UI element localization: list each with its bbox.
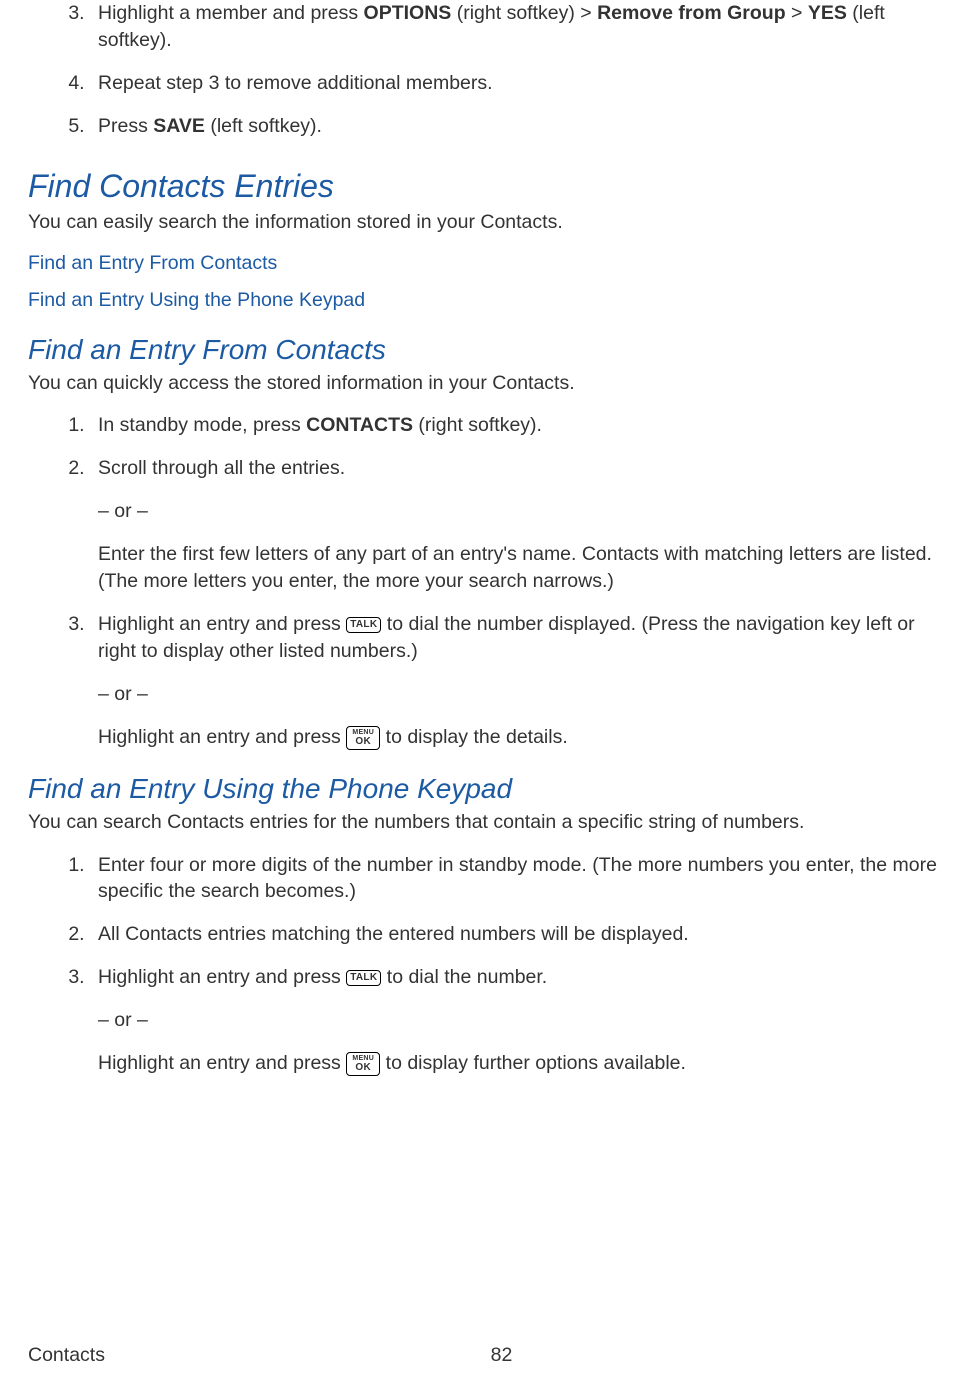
options-label: OPTIONS [364, 2, 452, 24]
text: Highlight a member and press [98, 2, 364, 24]
step-1: In standby mode, press CONTACTS (right s… [90, 412, 938, 439]
text: Press [98, 115, 153, 137]
text: Scroll through all the entries. [98, 457, 345, 479]
document-page: Highlight a member and press OPTIONS (ri… [0, 0, 966, 1391]
subsection-find-entry-using-keypad: Find an Entry Using the Phone Keypad [28, 773, 938, 805]
text: In standby mode, press [98, 414, 306, 436]
subsection-intro: You can search Contacts entries for the … [28, 809, 938, 836]
step-5: Press SAVE (left softkey). [90, 113, 938, 140]
step-3-alt: Highlight an entry and press MENUOK to d… [98, 724, 938, 751]
step-3-alt: Highlight an entry and press MENUOK to d… [98, 1050, 938, 1077]
step-3: Highlight an entry and press TALK to dia… [90, 611, 938, 751]
menu-ok-key-icon: MENUOK [346, 1052, 380, 1076]
text: to display the details. [380, 726, 568, 748]
page-footer: Contacts 82 [28, 1344, 938, 1367]
section-intro: You can easily search the information st… [28, 209, 938, 236]
text: (right softkey) > [451, 2, 597, 24]
section-find-contacts-entries: Find Contacts Entries [28, 168, 938, 205]
find-entry-steps: In standby mode, press CONTACTS (right s… [28, 412, 938, 750]
or-divider: – or – [98, 1007, 938, 1034]
text: Highlight an entry and press [98, 726, 346, 748]
talk-key-icon: TALK [346, 617, 381, 633]
step-1: Enter four or more digits of the number … [90, 852, 938, 906]
text: Highlight an entry and press [98, 966, 346, 988]
step-4: Repeat step 3 to remove additional membe… [90, 70, 938, 97]
step-3: Highlight a member and press OPTIONS (ri… [90, 0, 938, 54]
text: (left softkey). [205, 115, 322, 137]
link-find-entry-using-keypad[interactable]: Find an Entry Using the Phone Keypad [28, 289, 938, 312]
text: to display further options available. [380, 1052, 686, 1074]
text: > [786, 2, 808, 24]
text: (right softkey). [413, 414, 542, 436]
step-2: Scroll through all the entries. – or – E… [90, 455, 938, 595]
contacts-label: CONTACTS [306, 414, 413, 436]
step-3: Highlight an entry and press TALK to dia… [90, 964, 938, 1077]
subsection-find-entry-from-contacts: Find an Entry From Contacts [28, 334, 938, 366]
step-2: All Contacts entries matching the entere… [90, 921, 938, 948]
footer-page-number: 82 [65, 1344, 938, 1367]
subsection-intro: You can quickly access the stored inform… [28, 370, 938, 397]
text: to dial the number. [381, 966, 547, 988]
yes-label: YES [808, 2, 847, 24]
or-divider: – or – [98, 681, 938, 708]
save-label: SAVE [153, 115, 205, 137]
or-divider: – or – [98, 498, 938, 525]
remove-members-steps: Highlight a member and press OPTIONS (ri… [28, 0, 938, 140]
step-2-alt: Enter the first few letters of any part … [98, 541, 938, 595]
text: Highlight an entry and press [98, 613, 346, 635]
remove-from-group-label: Remove from Group [597, 2, 786, 24]
link-find-entry-from-contacts[interactable]: Find an Entry From Contacts [28, 252, 938, 275]
talk-key-icon: TALK [346, 970, 381, 986]
menu-ok-key-icon: MENUOK [346, 726, 380, 750]
keypad-search-steps: Enter four or more digits of the number … [28, 852, 938, 1077]
text: Highlight an entry and press [98, 1052, 346, 1074]
